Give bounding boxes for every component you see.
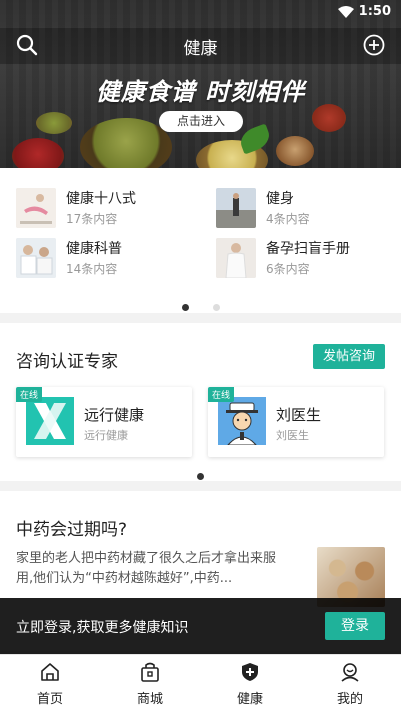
category-name: 健康科普: [66, 241, 122, 257]
banner-slogan: 健康食谱 时刻相伴: [95, 78, 306, 106]
expert-section: 咨询认证专家 发帖咨询 在线 远行健康 远行健康 在线 刘医生 刘医生: [0, 323, 401, 481]
tab-profile[interactable]: 我的: [300, 655, 400, 710]
yoga-photo-thumbnail: [16, 188, 56, 228]
tab-health[interactable]: 健康: [200, 655, 300, 710]
add-icon[interactable]: [363, 34, 385, 56]
wooden-scoop-image: [36, 112, 72, 134]
category-item[interactable]: 备孕扫盲手册 6条内容: [216, 236, 396, 280]
category-item[interactable]: 健康十八式 17条内容: [16, 186, 196, 230]
red-beans-image: [12, 138, 64, 168]
article-title: 中药会过期吗?: [16, 520, 128, 540]
page-title: 健康: [183, 39, 218, 59]
expert-pager: [0, 465, 401, 484]
pager-dot-active[interactable]: [181, 304, 189, 311]
doctor-photo-thumbnail: [16, 238, 56, 278]
pregnancy-photo-thumbnail: [216, 238, 256, 278]
red-beans-spoon-image: [312, 104, 346, 132]
category-pager: [0, 296, 401, 315]
pager-dot-active[interactable]: [197, 473, 204, 480]
login-prompt-text: 立即登录,获取更多健康知识: [16, 620, 189, 636]
expert-subtitle: 远行健康: [84, 429, 128, 442]
category-count: 14条内容: [66, 262, 118, 276]
login-button[interactable]: 登录: [325, 612, 385, 640]
wifi-icon: [338, 6, 354, 18]
login-prompt-bar: 立即登录,获取更多健康知识 登录: [0, 598, 401, 654]
category-item[interactable]: 健身 4条内容: [216, 186, 396, 230]
category-count: 4条内容: [266, 212, 310, 226]
doctor-avatar: [218, 397, 266, 445]
home-icon: [41, 663, 59, 681]
article-summary: 家里的老人把中药材藏了很久之后才拿出来服用,他们认为“中药材越陈越好”,中药..…: [16, 551, 277, 586]
expert-name: 远行健康: [84, 406, 145, 424]
status-time: 1:50: [358, 4, 391, 19]
top-bar: 健康: [0, 28, 401, 64]
tab-label: 我的: [336, 692, 363, 707]
category-item[interactable]: 健康科普 14条内容: [16, 236, 196, 280]
expert-subtitle: 刘医生: [276, 429, 309, 442]
status-bar: 1:50: [0, 0, 401, 24]
tab-label: 健康: [236, 692, 263, 707]
expert-name: 刘医生: [276, 406, 322, 424]
shop-icon: [141, 662, 159, 682]
running-photo-thumbnail: [216, 188, 256, 228]
expert-card[interactable]: 在线 刘医生 刘医生: [208, 387, 384, 457]
category-name: 健身: [266, 191, 294, 207]
mixed-beans-image: [276, 136, 314, 166]
post-consult-button[interactable]: 发帖咨询: [313, 344, 385, 369]
category-name: 备孕扫盲手册: [266, 241, 350, 257]
category-grid: 健康十八式 17条内容 健身 4条内容 健康科普 14条内容 备孕扫盲手册 6条…: [0, 168, 401, 313]
tab-home[interactable]: 首页: [0, 655, 100, 710]
tab-shop[interactable]: 商城: [100, 655, 200, 710]
tab-label: 商城: [136, 692, 163, 707]
header-banner[interactable]: 1:50 健康 健康食谱 时刻相伴 点击进入: [0, 0, 401, 168]
category-name: 健康十八式: [66, 191, 136, 207]
profile-icon: [341, 663, 359, 682]
yuanxing-logo-avatar: [26, 397, 74, 445]
online-badge: 在线: [208, 387, 235, 402]
section-heading: 咨询认证专家: [16, 352, 118, 372]
tab-label: 首页: [36, 692, 63, 707]
health-shield-icon: [242, 663, 258, 681]
category-count: 6条内容: [266, 262, 310, 276]
online-badge: 在线: [16, 387, 43, 402]
banner-enter-button[interactable]: 点击进入: [159, 111, 243, 132]
expert-card[interactable]: 在线 远行健康 远行健康: [16, 387, 192, 457]
mung-beans-bowl-image: [80, 118, 172, 168]
bottom-tab-bar: 首页 商城 健康 我的: [0, 654, 401, 710]
pager-dot[interactable]: [212, 304, 220, 311]
category-count: 17条内容: [66, 212, 118, 226]
